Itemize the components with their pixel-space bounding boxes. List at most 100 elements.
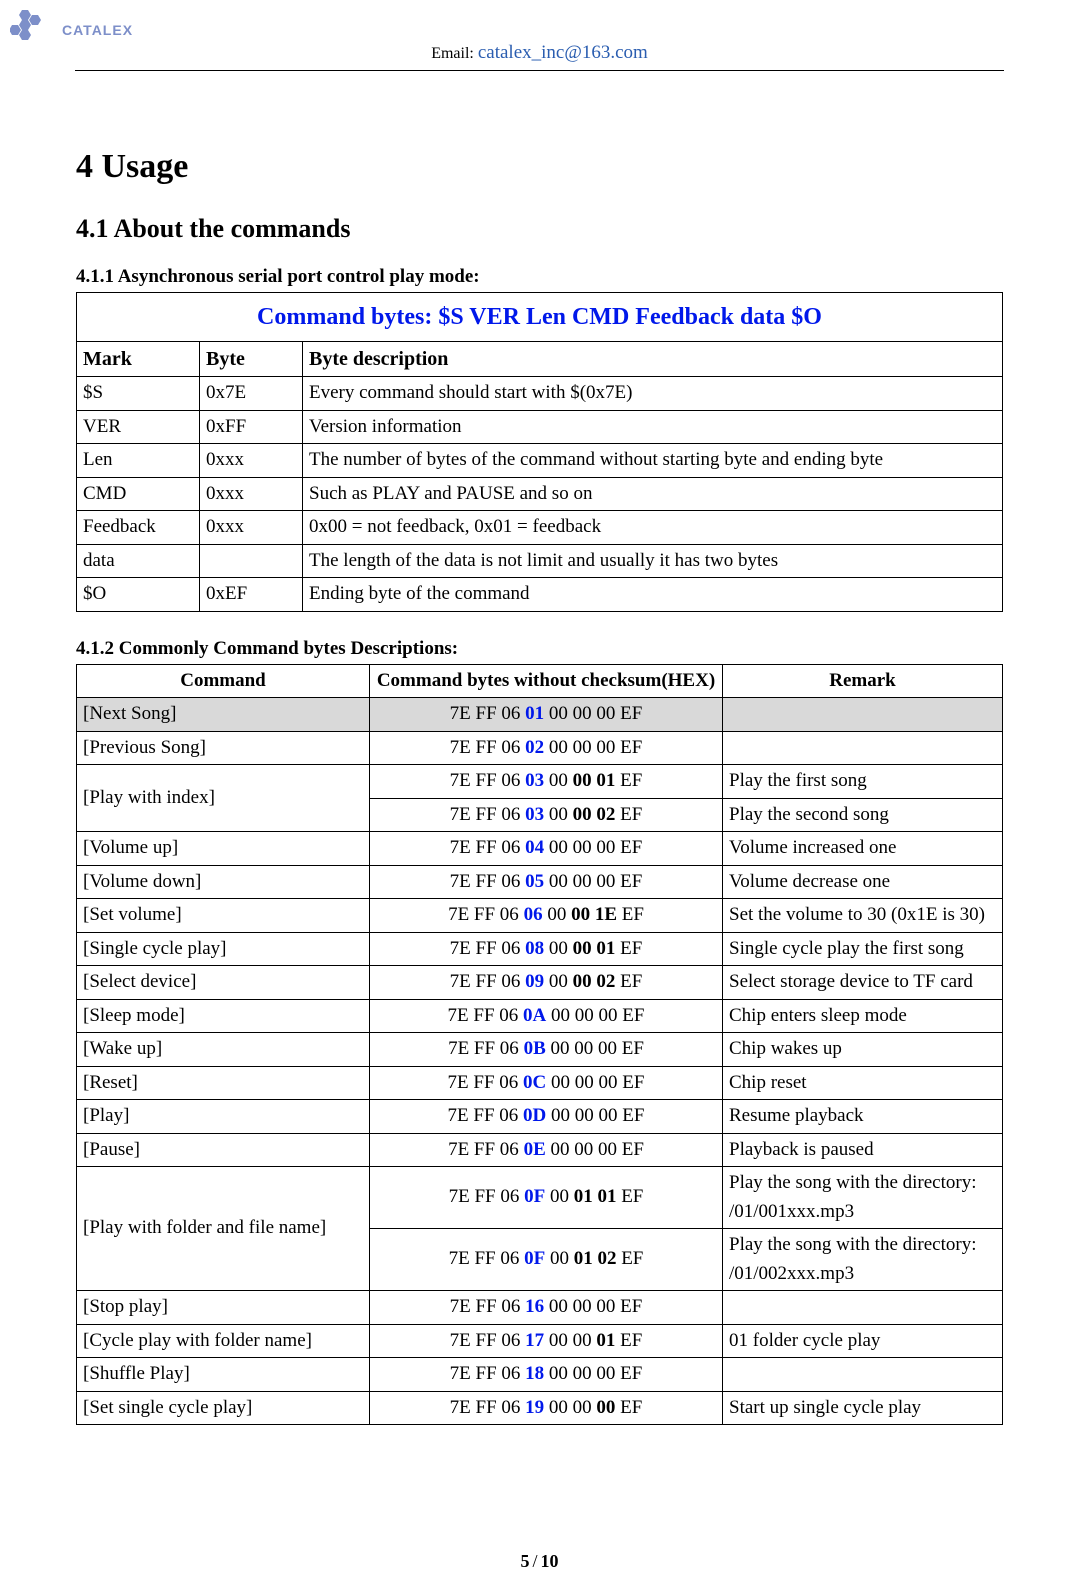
cell-command: [Volume up]	[77, 832, 370, 866]
cell-bytes: 7E FF 06 19 00 00 00 EF	[370, 1391, 723, 1425]
cell-bytes: 7E FF 06 0E 00 00 00 EF	[370, 1133, 723, 1167]
cell-command: [Play with folder and file name]	[77, 1167, 370, 1291]
email-label: Email:	[431, 45, 478, 62]
table-row: [Next Song]7E FF 06 01 00 00 00 EF	[77, 698, 1003, 732]
table1-header-mark: Mark	[77, 342, 200, 377]
cell-remark: Single cycle play the first song	[723, 932, 1003, 966]
cell-mark: CMD	[77, 477, 200, 511]
command-bytes-table: Command Command bytes without checksum(H…	[76, 664, 1003, 1426]
cell-desc: The length of the data is not limit and …	[303, 544, 1003, 578]
content: 4 Usage 4.1 About the commands 4.1.1 Asy…	[0, 90, 1079, 1425]
table-row: [Wake up]7E FF 06 0B 00 00 00 EFChip wak…	[77, 1033, 1003, 1067]
table-row: [Pause]7E FF 06 0E 00 00 00 EFPlayback i…	[77, 1133, 1003, 1167]
cell-remark: Set the volume to 30 (0x1E is 30)	[723, 899, 1003, 933]
table2-header-command: Command	[77, 664, 370, 698]
table-row: VER0xFFVersion information	[77, 410, 1003, 444]
cell-mark: data	[77, 544, 200, 578]
cell-bytes: 7E FF 06 0F 00 01 02 EF	[370, 1229, 723, 1291]
cell-bytes: 7E FF 06 03 00 00 01 EF	[370, 765, 723, 799]
cell-bytes: 7E FF 06 0C 00 00 00 EF	[370, 1066, 723, 1100]
cell-byte: 0xxx	[200, 444, 303, 478]
page-sep: /	[529, 1551, 540, 1571]
cell-bytes: 7E FF 06 04 00 00 00 EF	[370, 832, 723, 866]
cell-remark	[723, 731, 1003, 765]
table-row: CMD0xxxSuch as PLAY and PAUSE and so on	[77, 477, 1003, 511]
table1-header-byte: Byte	[200, 342, 303, 377]
email-value: catalex_inc@163.com	[478, 42, 648, 63]
cell-bytes: 7E FF 06 03 00 00 02 EF	[370, 798, 723, 832]
table-row: [Set single cycle play]7E FF 06 19 00 00…	[77, 1391, 1003, 1425]
cell-byte: 0x7E	[200, 377, 303, 411]
cell-remark: Start up single cycle play	[723, 1391, 1003, 1425]
cell-bytes: 7E FF 06 06 00 00 1E EF	[370, 899, 723, 933]
table-row: [Play]7E FF 06 0D 00 00 00 EFResume play…	[77, 1100, 1003, 1134]
cell-bytes: 7E FF 06 0A 00 00 00 EF	[370, 999, 723, 1033]
cell-desc: Such as PLAY and PAUSE and so on	[303, 477, 1003, 511]
cell-byte: 0xxx	[200, 477, 303, 511]
cell-byte: 0xEF	[200, 578, 303, 612]
table-row: [Volume down]7E FF 06 05 00 00 00 EFVolu…	[77, 865, 1003, 899]
cell-byte: 0xxx	[200, 511, 303, 545]
cell-remark: Play the song with the directory: /01/00…	[723, 1167, 1003, 1229]
table-row: [Set volume]7E FF 06 06 00 00 1E EFSet t…	[77, 899, 1003, 933]
brand-text: CATALEX	[62, 22, 133, 38]
cell-byte: 0xFF	[200, 410, 303, 444]
cell-desc: Ending byte of the command	[303, 578, 1003, 612]
cell-command: [Stop play]	[77, 1291, 370, 1325]
cell-command: [Volume down]	[77, 865, 370, 899]
cell-remark: Play the first song	[723, 765, 1003, 799]
table-row: [Play with index]7E FF 06 03 00 00 01 EF…	[77, 765, 1003, 799]
cell-command: [Sleep mode]	[77, 999, 370, 1033]
table1-header-desc: Byte description	[303, 342, 1003, 377]
table-row: [Play with folder and file name]7E FF 06…	[77, 1167, 1003, 1229]
cell-command: [Reset]	[77, 1066, 370, 1100]
cell-remark	[723, 1358, 1003, 1392]
table-row: [Shuffle Play]7E FF 06 18 00 00 00 EF	[77, 1358, 1003, 1392]
table2-header-remark: Remark	[723, 664, 1003, 698]
cell-remark: Resume playback	[723, 1100, 1003, 1134]
table-row: [Cycle play with folder name]7E FF 06 17…	[77, 1324, 1003, 1358]
cell-remark	[723, 698, 1003, 732]
cell-command: [Previous Song]	[77, 731, 370, 765]
cell-command: [Cycle play with folder name]	[77, 1324, 370, 1358]
cell-remark: Volume increased one	[723, 832, 1003, 866]
table1-title: Command bytes: $S VER Len CMD Feedback d…	[77, 293, 1003, 342]
cell-remark: Playback is paused	[723, 1133, 1003, 1167]
table-row: [Reset]7E FF 06 0C 00 00 00 EFChip reset	[77, 1066, 1003, 1100]
cell-bytes: 7E FF 06 0F 00 01 01 EF	[370, 1167, 723, 1229]
cell-command: [Set volume]	[77, 899, 370, 933]
table-row: data The length of the data is not limit …	[77, 544, 1003, 578]
cell-mark: Len	[77, 444, 200, 478]
table-row: [Sleep mode]7E FF 06 0A 00 00 00 EFChip …	[77, 999, 1003, 1033]
cell-bytes: 7E FF 06 0B 00 00 00 EF	[370, 1033, 723, 1067]
cell-mark: $S	[77, 377, 200, 411]
email-line: Email: catalex_inc@163.com	[0, 42, 1079, 64]
cell-bytes: 7E FF 06 05 00 00 00 EF	[370, 865, 723, 899]
table-row: $O0xEFEnding byte of the command	[77, 578, 1003, 612]
cell-desc: Version information	[303, 410, 1003, 444]
page-footer: 5/10	[0, 1551, 1079, 1572]
table-row: [Stop play]7E FF 06 16 00 00 00 EF	[77, 1291, 1003, 1325]
cell-desc: Every command should start with $(0x7E)	[303, 377, 1003, 411]
cell-bytes: 7E FF 06 01 00 00 00 EF	[370, 698, 723, 732]
page-header: CATALEX Email: catalex_inc@163.com	[0, 0, 1079, 90]
table2-header-bytes: Command bytes without checksum(HEX)	[370, 664, 723, 698]
cell-command: [Play]	[77, 1100, 370, 1134]
cell-remark: Chip wakes up	[723, 1033, 1003, 1067]
header-rule	[75, 70, 1004, 71]
cell-bytes: 7E FF 06 09 00 00 02 EF	[370, 966, 723, 1000]
cell-bytes: 7E FF 06 18 00 00 00 EF	[370, 1358, 723, 1392]
table-row: Len0xxxThe number of bytes of the comman…	[77, 444, 1003, 478]
cell-bytes: 7E FF 06 17 00 00 01 EF	[370, 1324, 723, 1358]
cell-remark	[723, 1291, 1003, 1325]
section-title: 4 Usage	[76, 148, 1003, 186]
page-total: 10	[541, 1551, 559, 1571]
cell-remark: Volume decrease one	[723, 865, 1003, 899]
cell-bytes: 7E FF 06 0D 00 00 00 EF	[370, 1100, 723, 1134]
cell-remark: 01 folder cycle play	[723, 1324, 1003, 1358]
cell-command: [Select device]	[77, 966, 370, 1000]
cell-command: [Next Song]	[77, 698, 370, 732]
cell-mark: $O	[77, 578, 200, 612]
cell-command: [Play with index]	[77, 765, 370, 832]
cell-command: [Pause]	[77, 1133, 370, 1167]
